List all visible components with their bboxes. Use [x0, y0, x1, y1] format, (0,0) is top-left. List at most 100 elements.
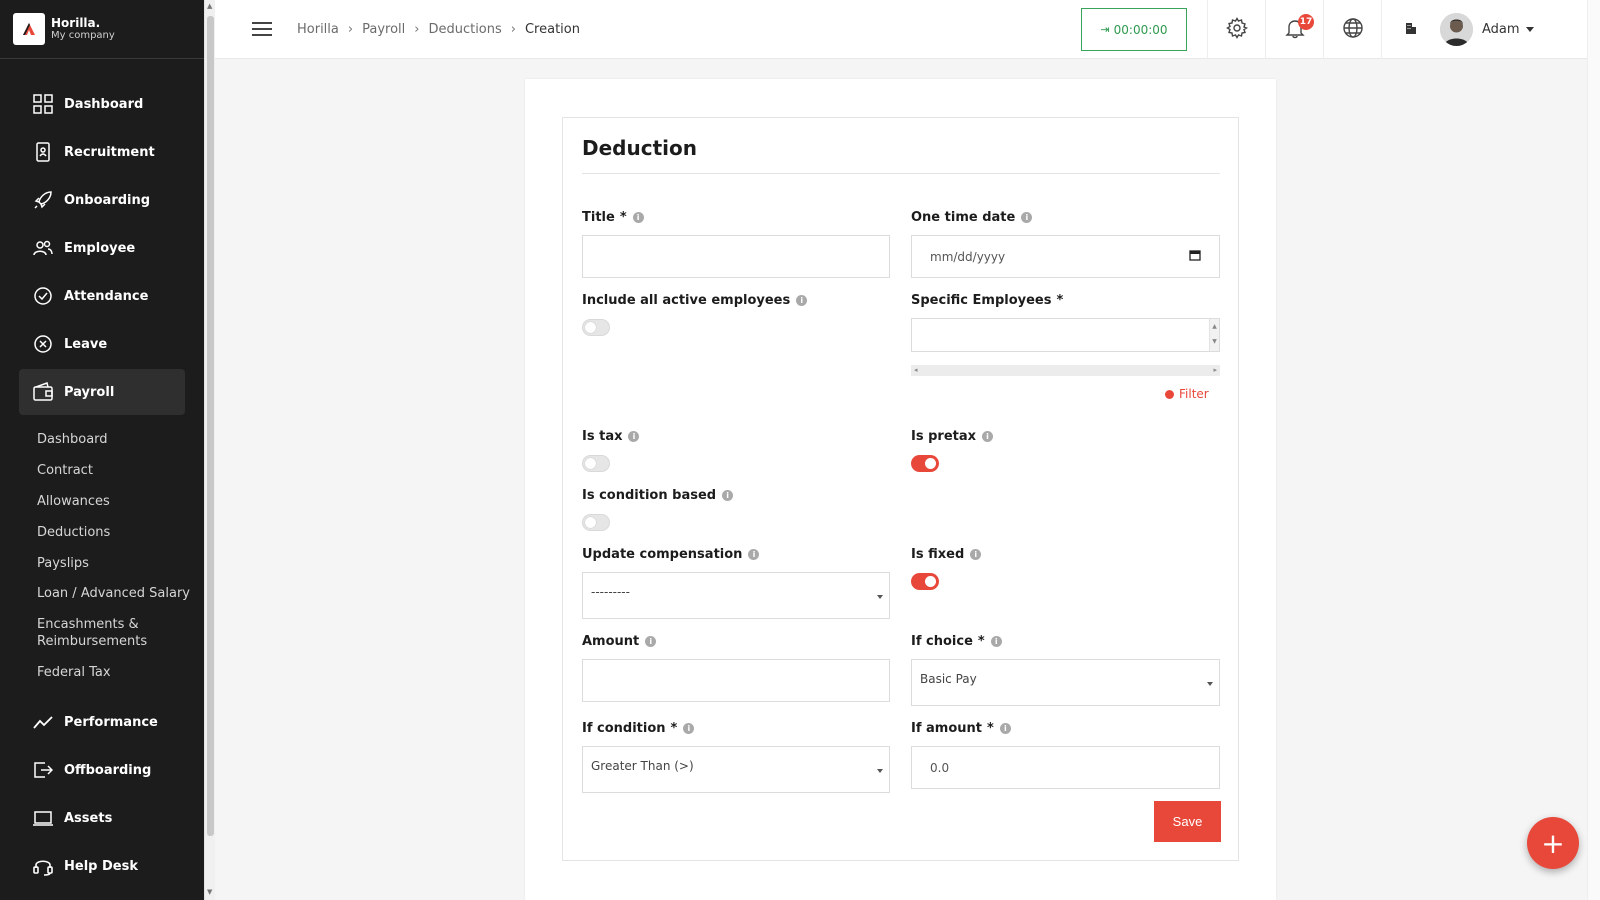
amount-input[interactable] — [582, 659, 890, 702]
settings-button[interactable] — [1207, 0, 1265, 59]
amount-label: Amount i — [582, 634, 657, 649]
chevron-right-icon: › — [347, 21, 354, 37]
sidebar-item-onboarding[interactable]: Onboarding — [19, 177, 185, 223]
language-button[interactable] — [1323, 0, 1381, 59]
if-choice-value: Basic Pay — [920, 672, 977, 686]
title-label-text: Title — [582, 210, 615, 225]
if-amount-input[interactable]: 0.0 — [911, 746, 1220, 789]
is-condition-based-label-text: Is condition based — [582, 488, 717, 503]
sidebar-item-help-desk[interactable]: Help Desk — [19, 843, 185, 889]
info-icon[interactable]: i — [628, 431, 640, 442]
one-time-date-input[interactable]: mm/dd/yyyy — [911, 235, 1220, 278]
breadcrumb-payroll[interactable]: Payroll — [362, 22, 405, 37]
title-input[interactable] — [582, 235, 890, 278]
scroll-left-icon[interactable]: ◂ — [914, 366, 918, 374]
company-switch-button[interactable] — [1381, 0, 1439, 59]
menu-toggle-icon[interactable] — [252, 18, 272, 40]
if-condition-value: Greater Than (>) — [591, 759, 694, 773]
info-icon[interactable]: i — [632, 212, 644, 223]
is-fixed-toggle[interactable] — [911, 573, 939, 590]
sidebar-item-label: Performance — [64, 714, 158, 730]
submenu-item-loan[interactable]: Loan / Advanced Salary — [0, 579, 204, 610]
info-icon[interactable]: i — [982, 431, 994, 442]
brand[interactable]: Horilla. My company — [0, 0, 204, 59]
headset-icon — [32, 855, 54, 877]
submenu-item-deductions[interactable]: Deductions — [0, 518, 204, 549]
submenu-item-payslips[interactable]: Payslips — [0, 549, 204, 580]
info-icon[interactable]: i — [796, 295, 808, 306]
user-profile-menu[interactable]: Adam — [1440, 0, 1534, 59]
building-icon — [1404, 21, 1418, 39]
sidebar-scrollbar[interactable]: ▲ ▼ — [204, 0, 215, 900]
wallet-icon — [32, 381, 54, 403]
rocket-icon — [32, 189, 54, 211]
specific-employees-label: Specific Employees * — [911, 293, 1063, 308]
is-pretax-label: Is pretax i — [911, 429, 994, 444]
if-choice-label-text: If choice — [911, 634, 973, 649]
scroll-thumb[interactable] — [207, 16, 214, 836]
submenu-item-contract[interactable]: Contract — [0, 456, 204, 487]
specific-employees-label-text: Specific Employees — [911, 293, 1052, 308]
specific-employees-select[interactable]: ▲ ▼ — [911, 318, 1220, 352]
filter-link[interactable]: Filter — [1165, 387, 1209, 401]
dashboard-icon — [32, 93, 54, 115]
if-condition-label-text: If condition — [582, 721, 666, 736]
sidebar-item-attendance[interactable]: Attendance — [19, 273, 185, 319]
breadcrumb: Horilla › Payroll › Deductions › Creatio… — [297, 22, 580, 37]
sidebar-item-recruitment[interactable]: Recruitment — [19, 129, 185, 175]
people-icon — [32, 237, 54, 259]
if-amount-label-text: If amount — [911, 721, 982, 736]
save-button[interactable]: Save — [1154, 801, 1221, 842]
sidebar-item-payroll[interactable]: Payroll — [19, 369, 185, 415]
sidebar-item-employee[interactable]: Employee — [19, 225, 185, 271]
breadcrumb-deductions[interactable]: Deductions — [428, 22, 501, 37]
info-icon[interactable]: i — [645, 636, 657, 647]
info-icon[interactable]: i — [722, 490, 734, 501]
chevron-right-icon: › — [414, 21, 420, 37]
is-pretax-toggle[interactable] — [911, 455, 939, 472]
submenu-item-dashboard[interactable]: Dashboard — [0, 425, 204, 456]
scroll-down-icon[interactable]: ▼ — [207, 888, 212, 896]
sidebar-item-label: Leave — [64, 336, 108, 352]
quick-add-button[interactable]: + — [1527, 817, 1579, 869]
required-marker: * — [670, 721, 678, 736]
info-icon[interactable]: i — [990, 636, 1002, 647]
scroll-arrows-icon[interactable]: ▲ ▼ — [1209, 319, 1219, 351]
info-icon[interactable]: i — [999, 723, 1011, 734]
submenu-item-federal-tax[interactable]: Federal Tax — [0, 658, 204, 689]
login-icon: ⇥ — [1100, 23, 1110, 36]
notifications-button[interactable]: 17 — [1265, 0, 1323, 59]
info-icon[interactable]: i — [970, 549, 982, 560]
sidebar-item-label: Recruitment — [64, 144, 155, 160]
is-condition-based-toggle[interactable] — [582, 514, 610, 531]
employees-horizontal-scrollbar[interactable]: ◂ ▸ — [911, 365, 1220, 376]
if-amount-label: If amount * i — [911, 721, 1011, 736]
scroll-right-icon[interactable]: ▸ — [1213, 366, 1217, 374]
is-tax-label: Is tax i — [582, 429, 640, 444]
update-compensation-select[interactable]: --------- — [582, 572, 890, 619]
sidebar-item-leave[interactable]: Leave — [19, 321, 185, 367]
page-scrollbar[interactable] — [1587, 0, 1600, 900]
check-in-timer-button[interactable]: ⇥ 00:00:00 — [1081, 8, 1187, 51]
gear-icon — [1225, 16, 1248, 43]
calendar-icon[interactable] — [1189, 249, 1201, 264]
sidebar-item-assets[interactable]: Assets — [19, 795, 185, 841]
info-icon[interactable]: i — [683, 723, 695, 734]
submenu-item-allowances[interactable]: Allowances — [0, 487, 204, 518]
info-icon[interactable]: i — [1021, 212, 1033, 223]
update-compensation-label: Update compensation i — [582, 547, 760, 562]
if-choice-select[interactable]: Basic Pay — [911, 659, 1220, 706]
if-choice-label: If choice * i — [911, 634, 1002, 649]
info-icon[interactable]: i — [748, 549, 760, 560]
is-tax-toggle[interactable] — [582, 455, 610, 472]
filter-label: Filter — [1179, 387, 1209, 401]
sidebar-item-performance[interactable]: Performance — [19, 699, 185, 745]
if-condition-select[interactable]: Greater Than (>) — [582, 746, 890, 793]
sidebar-item-label: Assets — [64, 810, 113, 826]
submenu-item-encashments[interactable]: Encashments & Reimbursements — [0, 610, 170, 658]
sidebar-item-offboarding[interactable]: Offboarding — [19, 747, 185, 793]
scroll-up-icon[interactable]: ▲ — [207, 2, 212, 10]
include-all-toggle[interactable] — [582, 319, 610, 336]
breadcrumb-horilla[interactable]: Horilla — [297, 22, 339, 37]
sidebar-item-dashboard[interactable]: Dashboard — [19, 81, 185, 127]
